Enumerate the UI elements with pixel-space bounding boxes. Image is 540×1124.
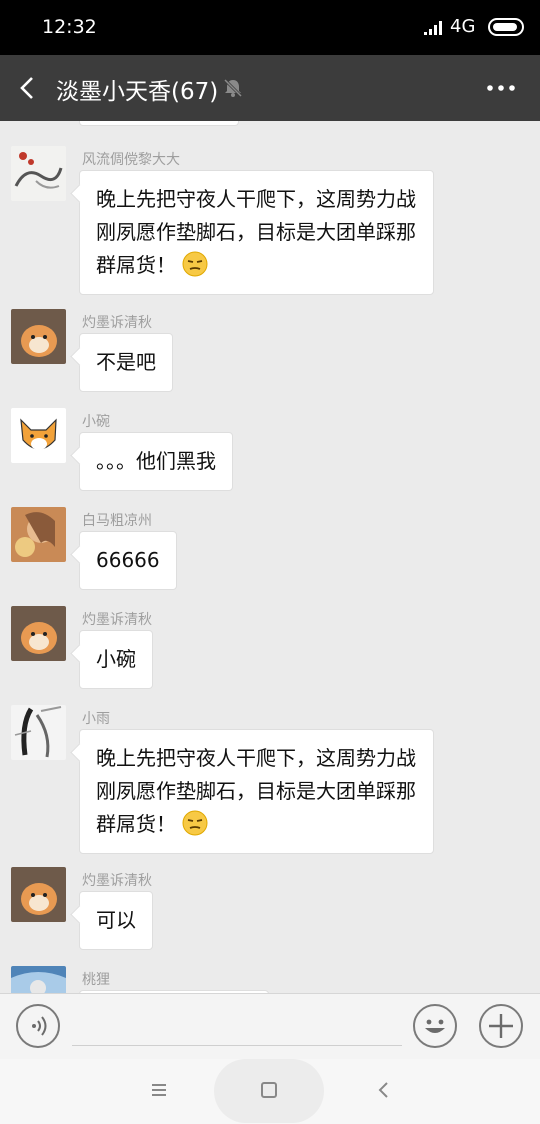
sender-name: 桃狸 [82, 972, 110, 988]
message-text: 晚上先把守夜人干爬下，这周势力战刚夙愿作垫脚石，目标是大团单踩那群屌货！ [96, 187, 416, 277]
status-time: 12:32 [42, 16, 97, 38]
avatar[interactable] [11, 146, 66, 201]
voice-icon [32, 1016, 47, 1036]
sender-name: 小雨 [82, 711, 110, 727]
status-bar: 12:32 4G [0, 0, 540, 55]
back-arrow-icon [20, 77, 33, 99]
system-nav-bar [0, 1059, 540, 1124]
message-input[interactable] [72, 1002, 402, 1046]
avatar[interactable] [11, 507, 66, 562]
message-text: 不是吧 [96, 350, 156, 374]
avatar[interactable] [11, 966, 66, 993]
sender-name: 风流倜傥黎大大 [82, 152, 180, 168]
sender-name: 灼墨诉清秋 [82, 612, 152, 628]
message-bubble[interactable]: 不是吧 [79, 333, 173, 392]
avatar[interactable] [11, 408, 66, 463]
partial-message-bubble [79, 121, 239, 126]
message-text: 小碗 [96, 647, 136, 671]
message-bubble[interactable]: 晚上先把守夜人干爬下，这周势力战刚夙愿作垫脚石，目标是大团单踩那群屌货！ [79, 170, 434, 295]
chat-title: 淡墨小天香(67) [56, 79, 219, 105]
sender-name: 灼墨诉清秋 [82, 315, 152, 331]
menu-icon[interactable] [148, 1079, 170, 1101]
plus-icon [489, 1014, 513, 1038]
sender-name: 小碗 [82, 414, 110, 430]
message-bubble[interactable]: 晚上先把守夜人干爬下，这周势力战刚夙愿作垫脚石，目标是大团单踩那群屌货！ [79, 729, 434, 854]
message-bubble[interactable]: 66666 [79, 531, 177, 590]
plus-button[interactable] [479, 1004, 523, 1048]
message-text: 。。。他们黑我 [96, 449, 216, 473]
emoji-icon [425, 1019, 445, 1033]
unamused-emoji-icon [182, 251, 208, 277]
message-bubble[interactable]: 可以 [79, 891, 153, 950]
home-square-icon [261, 1082, 277, 1098]
avatar[interactable] [11, 309, 66, 364]
battery-icon [488, 18, 524, 36]
back-button[interactable] [12, 72, 44, 104]
message-text: 可以 [96, 908, 136, 932]
home-button[interactable] [214, 1059, 324, 1123]
avatar[interactable] [11, 705, 66, 760]
unamused-emoji-icon [182, 810, 208, 836]
message-bubble[interactable]: 。。。他们黑我 [79, 432, 233, 491]
sender-name: 白马粗凉州 [82, 513, 152, 529]
message-text: 66666 [96, 548, 160, 572]
avatar[interactable] [11, 606, 66, 661]
message-text: 晚上先把守夜人干爬下，这周势力战刚夙愿作垫脚石，目标是大团单踩那群屌货！ [96, 746, 416, 836]
signal-icon [424, 21, 442, 35]
network-label: 4G [450, 16, 476, 37]
chat-message-list[interactable]: 风流倜傥黎大大 晚上先把守夜人干爬下，这周势力战刚夙愿作垫脚石，目标是大团单踩那… [0, 121, 540, 993]
input-bar [0, 993, 540, 1059]
voice-button[interactable] [16, 1004, 60, 1048]
emoji-button[interactable] [413, 1004, 457, 1048]
more-dots-icon[interactable] [484, 75, 518, 101]
nav-back-icon[interactable] [372, 1079, 394, 1101]
mute-bell-icon [223, 78, 243, 98]
title-bar: 淡墨小天香(67) [0, 55, 540, 121]
message-bubble[interactable]: 小碗 [79, 630, 153, 689]
sender-name: 灼墨诉清秋 [82, 873, 152, 889]
avatar[interactable] [11, 867, 66, 922]
